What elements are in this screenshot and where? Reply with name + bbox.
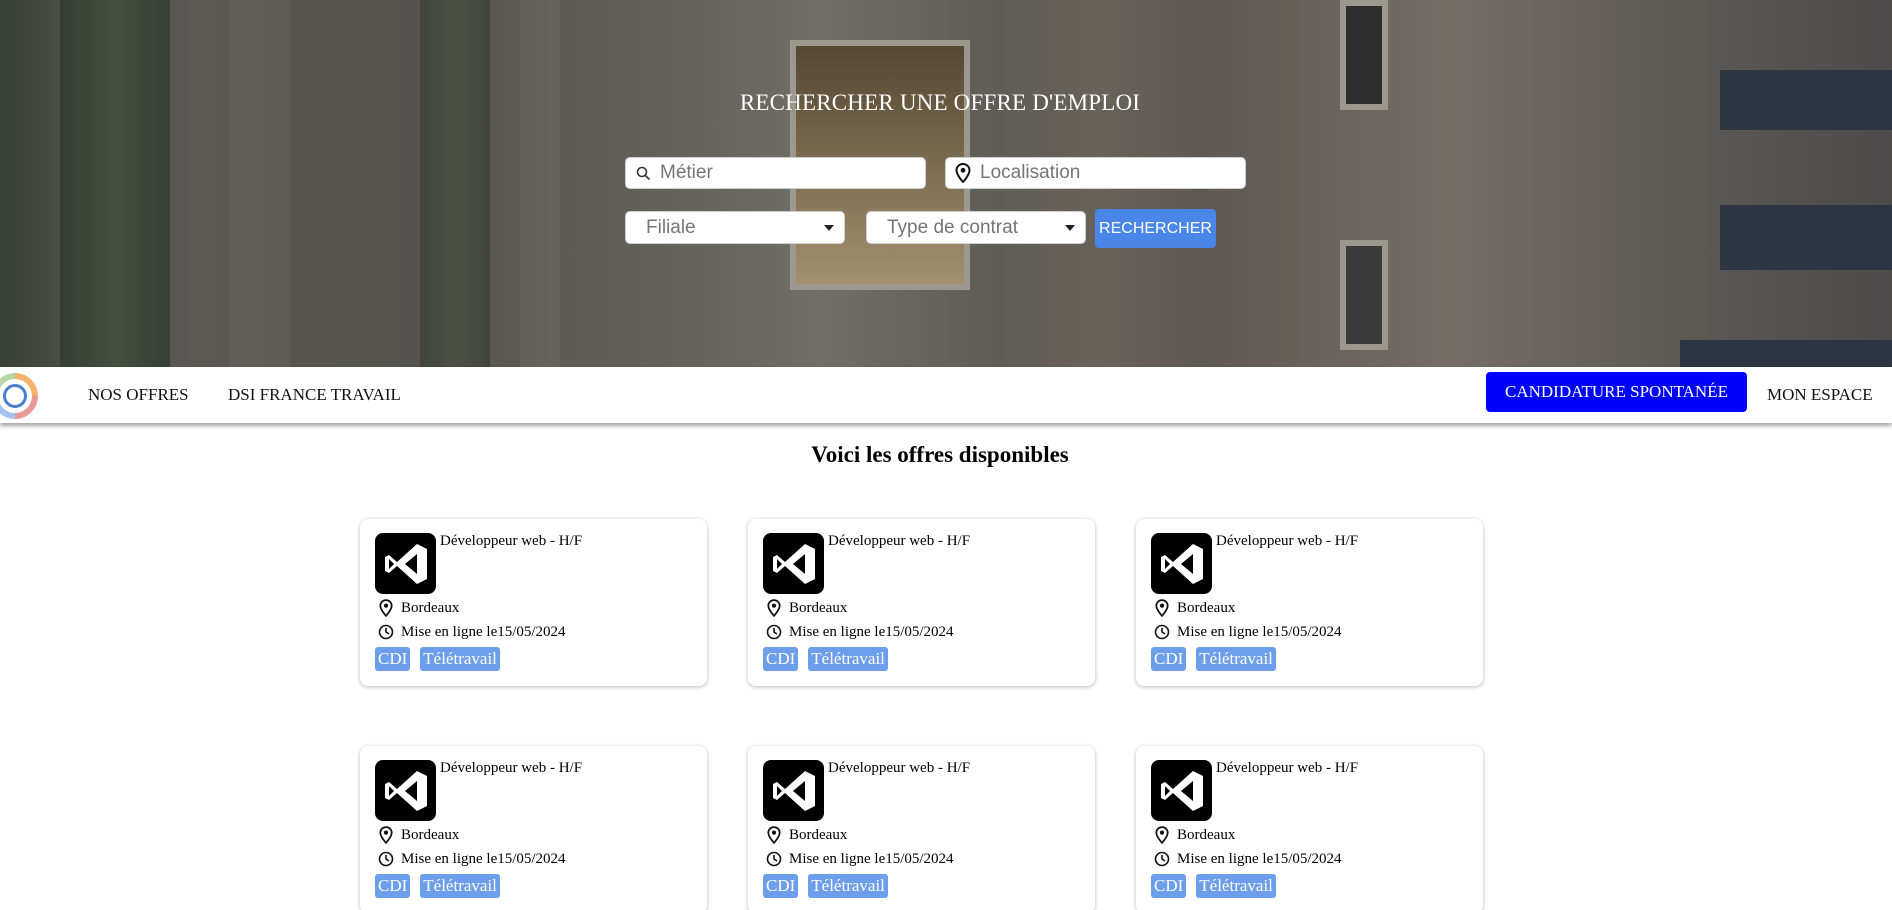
- offer-date-row: Mise en ligne le15/05/2024: [377, 850, 566, 868]
- map-pin-icon: [377, 599, 395, 617]
- hero-banner: RECHERCHER UNE OFFRE D'EMPLOI Filiale Ty…: [0, 0, 1892, 367]
- caret-down-icon: [1065, 224, 1075, 231]
- clock-icon: [765, 850, 783, 868]
- clock-icon: [377, 850, 395, 868]
- visual-studio-icon: [763, 760, 824, 821]
- visual-studio-icon: [1151, 760, 1212, 821]
- map-pin-icon: [1153, 826, 1171, 844]
- offer-title[interactable]: Développeur web - H/F: [440, 760, 582, 777]
- offer-location-row: Bordeaux: [1153, 826, 1235, 844]
- localisation-input[interactable]: [980, 162, 1220, 184]
- search-button[interactable]: RECHERCHER: [1095, 209, 1216, 248]
- tag-teletravail: Télétravail: [1196, 874, 1276, 898]
- hero-title: RECHERCHER UNE OFFRE D'EMPLOI: [739, 90, 1141, 115]
- offer-location-row: Bordeaux: [765, 826, 847, 844]
- offer-date-row: Mise en ligne le15/05/2024: [377, 623, 566, 641]
- clock-icon: [377, 623, 395, 641]
- nav-link-dsi-france-travail[interactable]: DSI FRANCE TRAVAIL: [228, 385, 401, 405]
- contrat-select[interactable]: Type de contrat: [866, 211, 1086, 244]
- logo-ring: [3, 384, 27, 408]
- clock-icon: [1153, 850, 1171, 868]
- offer-card[interactable]: Développeur web - H/F Bordeaux Mise en l…: [748, 746, 1095, 910]
- nav-link-nos-offres[interactable]: NOS OFFRES: [88, 385, 189, 405]
- tag-cdi: CDI: [375, 874, 411, 898]
- offer-location-row: Bordeaux: [765, 599, 847, 617]
- candidature-spontanee-button[interactable]: CANDIDATURE SPONTANÉE: [1486, 372, 1747, 412]
- tag-teletravail: Télétravail: [420, 874, 500, 898]
- tag-cdi: CDI: [1151, 874, 1187, 898]
- offer-date-row: Mise en ligne le15/05/2024: [765, 850, 954, 868]
- offer-location-row: Bordeaux: [377, 599, 459, 617]
- offer-location-row: Bordeaux: [377, 826, 459, 844]
- offer-date: Mise en ligne le15/05/2024: [401, 623, 566, 640]
- metier-field[interactable]: [625, 157, 926, 189]
- offer-date: Mise en ligne le15/05/2024: [1177, 623, 1342, 640]
- offer-title[interactable]: Développeur web - H/F: [1216, 533, 1358, 550]
- tag-cdi: CDI: [1151, 647, 1187, 671]
- offer-date: Mise en ligne le15/05/2024: [401, 850, 566, 867]
- map-pin-icon: [377, 826, 395, 844]
- offer-title[interactable]: Développeur web - H/F: [1216, 760, 1358, 777]
- tag-teletravail: Télétravail: [808, 874, 888, 898]
- filiale-select-value: Filiale: [646, 216, 696, 238]
- offer-location: Bordeaux: [401, 826, 460, 843]
- tag-teletravail: Télétravail: [808, 647, 888, 671]
- offer-card[interactable]: Développeur web - H/F Bordeaux Mise en l…: [748, 519, 1095, 686]
- mon-espace-link[interactable]: MON ESPACE: [1767, 385, 1873, 405]
- offer-tags: CDI Télétravail: [763, 647, 888, 671]
- offer-date: Mise en ligne le15/05/2024: [789, 850, 954, 867]
- metier-input[interactable]: [660, 162, 900, 184]
- offer-location-row: Bordeaux: [1153, 599, 1235, 617]
- offer-tags: CDI Télétravail: [1151, 647, 1276, 671]
- offer-tags: CDI Télétravail: [375, 874, 500, 898]
- visual-studio-icon: [375, 533, 436, 594]
- offer-card[interactable]: Développeur web - H/F Bordeaux Mise en l…: [360, 519, 707, 686]
- clock-icon: [765, 623, 783, 641]
- offer-date: Mise en ligne le15/05/2024: [789, 623, 954, 640]
- offer-title[interactable]: Développeur web - H/F: [828, 533, 970, 550]
- filiale-select[interactable]: Filiale: [625, 211, 845, 244]
- offer-location: Bordeaux: [1177, 599, 1236, 616]
- offer-tags: CDI Télétravail: [763, 874, 888, 898]
- clock-icon: [1153, 623, 1171, 641]
- offer-date-row: Mise en ligne le15/05/2024: [765, 623, 954, 641]
- tag-cdi: CDI: [375, 647, 411, 671]
- map-pin-icon: [765, 826, 783, 844]
- offer-card[interactable]: Développeur web - H/F Bordeaux Mise en l…: [1136, 746, 1483, 910]
- visual-studio-icon: [1151, 533, 1212, 594]
- contrat-select-value: Type de contrat: [887, 216, 1018, 238]
- offer-location: Bordeaux: [401, 599, 460, 616]
- visual-studio-icon: [763, 533, 824, 594]
- localisation-field[interactable]: [945, 157, 1246, 189]
- offer-location: Bordeaux: [789, 826, 848, 843]
- offer-title[interactable]: Développeur web - H/F: [828, 760, 970, 777]
- offer-date-row: Mise en ligne le15/05/2024: [1153, 623, 1342, 641]
- map-pin-icon: [954, 163, 972, 183]
- section-title: Voici les offres disponibles: [811, 442, 1069, 467]
- tag-cdi: CDI: [763, 874, 799, 898]
- navbar: NOS OFFRES DSI FRANCE TRAVAIL CANDIDATUR…: [0, 367, 1892, 423]
- offer-location: Bordeaux: [789, 599, 848, 616]
- offer-tags: CDI Télétravail: [1151, 874, 1276, 898]
- caret-down-icon: [824, 224, 834, 231]
- offer-location: Bordeaux: [1177, 826, 1236, 843]
- offer-date: Mise en ligne le15/05/2024: [1177, 850, 1342, 867]
- logo[interactable]: [0, 373, 38, 419]
- map-pin-icon: [765, 599, 783, 617]
- offer-card[interactable]: Développeur web - H/F Bordeaux Mise en l…: [360, 746, 707, 910]
- offer-date-row: Mise en ligne le15/05/2024: [1153, 850, 1342, 868]
- tag-cdi: CDI: [763, 647, 799, 671]
- tag-teletravail: Télétravail: [420, 647, 500, 671]
- search-icon: [634, 164, 652, 182]
- tag-teletravail: Télétravail: [1196, 647, 1276, 671]
- offer-card[interactable]: Développeur web - H/F Bordeaux Mise en l…: [1136, 519, 1483, 686]
- offer-tags: CDI Télétravail: [375, 647, 500, 671]
- offer-title[interactable]: Développeur web - H/F: [440, 533, 582, 550]
- map-pin-icon: [1153, 599, 1171, 617]
- visual-studio-icon: [375, 760, 436, 821]
